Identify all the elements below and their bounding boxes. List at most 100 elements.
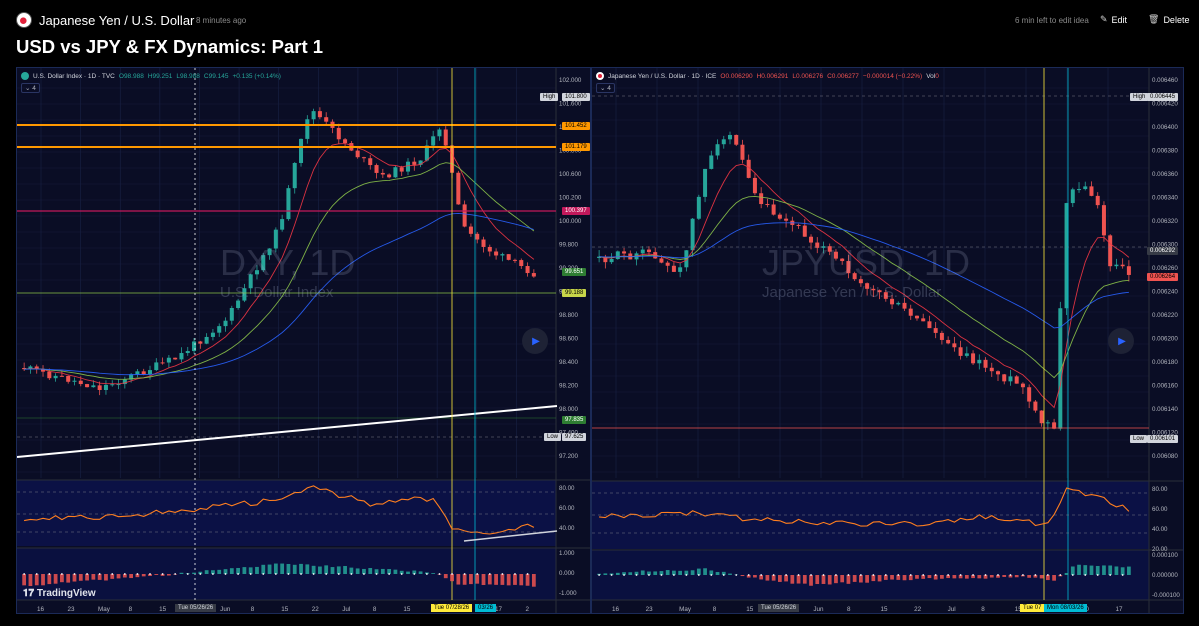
watermark: JPYUSD, 1D (762, 242, 971, 283)
candle-body (728, 134, 732, 140)
macd-histogram-bar (261, 564, 266, 574)
macd-histogram-bar (1127, 566, 1131, 575)
price-axis-tick: 0.006420 (1152, 101, 1178, 108)
candle-body (475, 233, 480, 240)
macd-histogram-bar (513, 574, 517, 585)
legend-symbol[interactable]: Japanese Yen / U.S. Dollar · 1D · ICE (608, 73, 716, 80)
candle-body (678, 267, 683, 272)
chart-legend[interactable]: Japanese Yen / U.S. Dollar · 1D · ICE O0… (596, 72, 939, 80)
macd-histogram-bar (665, 570, 670, 575)
macd-histogram-bar (154, 574, 159, 575)
price-axis-tick: 100.200 (559, 195, 582, 202)
candle-body (154, 362, 159, 371)
macd-histogram-bar (204, 570, 209, 574)
candle-body (173, 357, 178, 360)
ohlc-open: O0.006290 (720, 72, 753, 80)
time-axis-tick: 15 (281, 606, 289, 613)
macd-signal-dot (897, 574, 900, 576)
jpyusd-chart-canvas[interactable]: 0.006460 0.006420 0.006400 0.006380 0.006360… (592, 68, 1184, 614)
candle-body (1114, 264, 1119, 267)
trend-line (17, 405, 558, 458)
candle-body (1014, 376, 1019, 384)
macd-signal-dot (35, 573, 38, 575)
candle-body (640, 249, 645, 254)
watermark-subtitle: U.S. Dollar Index (220, 284, 334, 301)
macd-histogram-bar (179, 572, 184, 574)
price-axis-tick: 0.006200 (1152, 336, 1178, 343)
ohlc-open: O98.988 (118, 72, 144, 80)
candle-body (280, 219, 285, 230)
macd-signal-dot (1034, 574, 1037, 576)
macd-histogram-bar (242, 567, 247, 574)
macd-histogram-bar (964, 575, 969, 579)
time-axis-tick: 15 (403, 606, 411, 613)
ohlc-close: C99.145 (203, 72, 229, 80)
candle-body (989, 367, 994, 372)
rsi-axis-tick: 80.00 (1152, 486, 1168, 493)
macd-histogram-bar (531, 574, 536, 587)
macd-histogram-bar (846, 575, 851, 584)
macd-histogram-bar (217, 569, 222, 574)
macd-histogram-bar (267, 564, 272, 574)
macd-signal-dot (610, 574, 613, 576)
price-axis-tick: 98.400 (559, 359, 578, 366)
jpyusd-chart-panel[interactable]: 0.006460 0.006420 0.006400 0.006380 0.006360… (591, 67, 1184, 614)
edit-button[interactable]: ✎ Edit (1100, 14, 1127, 25)
macd-signal-dot (685, 574, 688, 576)
indicators-toggle[interactable]: ⌄ 4 (596, 83, 615, 93)
level-tag: 99.188 (562, 289, 587, 297)
candle-body (715, 144, 720, 156)
dxy-chart-canvas[interactable]: 102.000101.600101.000100.800100.600100.2… (17, 68, 591, 614)
macd-signal-dot (1059, 574, 1062, 576)
play-button[interactable]: ▶ (1108, 328, 1134, 354)
time-axis-tick: 17 (1115, 606, 1123, 613)
time-axis-tick: 15 (746, 606, 754, 613)
candle-body (952, 343, 957, 348)
macd-histogram-bar (330, 567, 335, 574)
macd-histogram-bar (753, 575, 757, 578)
chart-legend[interactable]: U.S. Dollar Index · 1D · TVC O98.988 H99… (21, 72, 281, 80)
dxy-chart-panel[interactable]: 102.000101.600101.000100.800100.600100.2… (16, 67, 591, 614)
time-axis-tick: Jul (342, 606, 350, 613)
macd-histogram-bar (336, 566, 341, 574)
macd-histogram-bar (34, 574, 39, 586)
macd-histogram-bar (927, 575, 932, 579)
candle-body (1020, 383, 1025, 388)
macd-histogram-bar (91, 574, 96, 580)
indicators-toggle[interactable]: ⌄ 4 (21, 83, 40, 93)
candle-body (1002, 374, 1007, 382)
legend-symbol[interactable]: U.S. Dollar Index · 1D · TVC (33, 73, 115, 80)
candle-body (355, 150, 360, 158)
macd-signal-dot (710, 574, 713, 576)
macd-histogram-bar (1114, 566, 1119, 575)
symbol-title[interactable]: Japanese Yen / U.S. Dollar (39, 13, 194, 28)
price-axis-tick: 0.006160 (1152, 383, 1178, 390)
macd-signal-dot (1084, 574, 1087, 576)
rsi-axis-tick: 60.00 (559, 505, 575, 512)
candle-body (85, 384, 90, 388)
macd-histogram-bar (802, 575, 807, 584)
tv-logo-icon: 𝟏𝟕 (23, 588, 35, 599)
last-price-tag: 0.006264 (1147, 273, 1179, 281)
price-axis-tick: 0.006080 (1152, 453, 1178, 460)
delete-button[interactable]: 🗑 Delete (1148, 14, 1189, 25)
play-button[interactable]: ▶ (522, 328, 548, 354)
macd-histogram-bar (494, 574, 498, 585)
price-axis-tick: 102.000 (559, 77, 582, 84)
candle-body (512, 259, 517, 261)
macd-histogram-bar (865, 575, 869, 583)
candle-body (983, 359, 988, 368)
page-title: USD vs JPY & FX Dynamics: Part 1 (16, 36, 324, 57)
macd-histogram-bar (349, 567, 354, 574)
candle-body (525, 266, 530, 274)
price-axis-tick: 0.006140 (1152, 406, 1178, 413)
macd-signal-dot (1009, 574, 1012, 576)
candle-body (412, 161, 417, 165)
macd-histogram-bar (821, 575, 826, 584)
candle-body (703, 168, 708, 197)
tradingview-logo[interactable]: 𝟏𝟕 TradingView (23, 588, 96, 599)
edit-label: Edit (1111, 14, 1128, 25)
candle-body (166, 357, 171, 363)
candle-body (1039, 410, 1044, 424)
macd-histogram-bar (1077, 564, 1081, 575)
